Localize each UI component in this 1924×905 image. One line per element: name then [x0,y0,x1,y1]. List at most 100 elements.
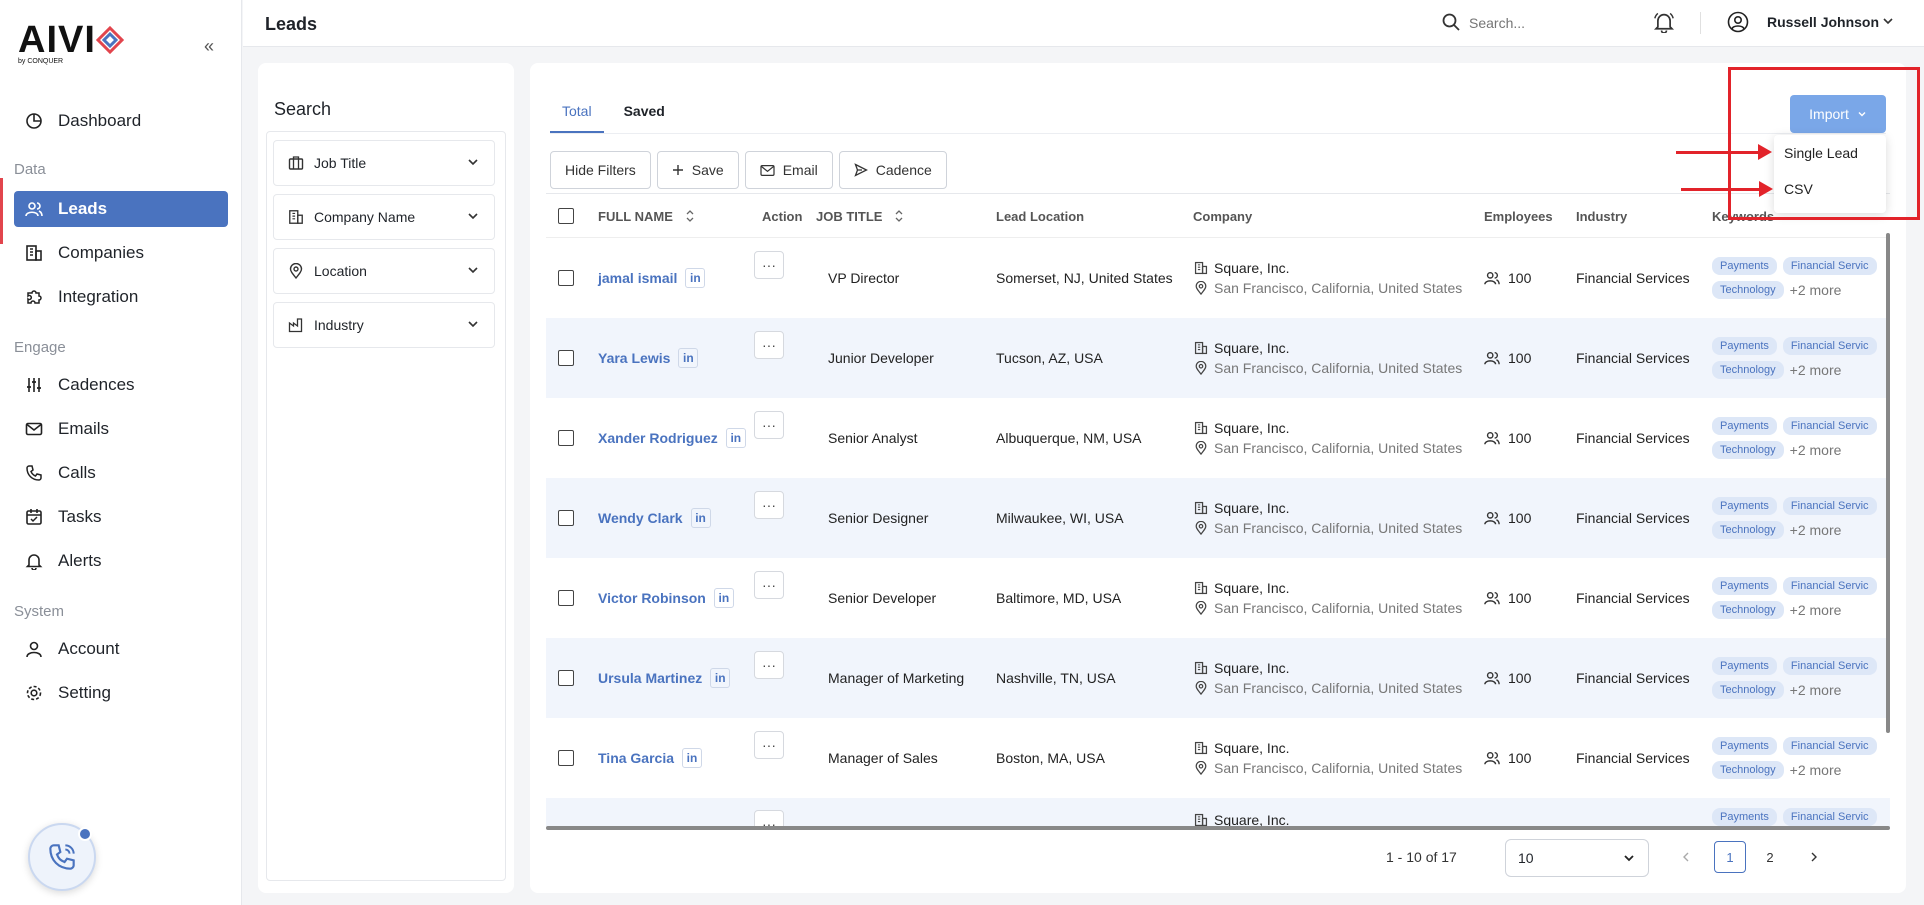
more-keywords-link[interactable]: +2 more [1790,522,1842,538]
table-row[interactable]: Victor Robinson in ··· Senior Developer Balt… [546,558,1890,638]
sort-icon[interactable] [894,209,904,223]
cadence-button[interactable]: Cadence [838,151,947,189]
more-actions-button[interactable]: ··· [754,331,784,359]
save-button[interactable]: Save [656,151,739,189]
cadence-label: Cadence [875,162,932,178]
row-checkbox[interactable] [558,558,574,638]
chevron-down-icon[interactable] [1881,14,1895,28]
notifications-bell-icon[interactable] [1653,11,1675,33]
search-icon[interactable] [1441,12,1461,32]
prev-page-button[interactable] [1670,841,1702,873]
lead-name-cell[interactable]: jamal ismail in [598,238,706,318]
table-row[interactable]: Yara Lewis in ··· Junior Developer Tucson, A… [546,318,1890,398]
sidebar-item-calls[interactable]: Calls [14,455,228,491]
more-keywords-link[interactable]: +2 more [1790,762,1842,778]
more-actions-button[interactable]: ··· [754,251,784,279]
tab-total[interactable]: Total [550,93,604,133]
table-row[interactable]: Ursula Martinez in ··· Manager of Marketing… [546,638,1890,718]
table-row[interactable]: jamal ismail in ··· VP Director Somerset, NJ… [546,238,1890,318]
keyword-tag: Payments [1712,417,1777,435]
horizontal-scrollbar[interactable] [546,826,1890,830]
more-actions-button[interactable]: ··· [754,491,784,519]
row-checkbox[interactable] [558,638,574,718]
sort-icon[interactable] [685,209,695,223]
company-name: Square, Inc. [1214,580,1290,596]
location-pin-icon [1195,681,1207,695]
next-page-button[interactable] [1798,841,1830,873]
table-row[interactable]: ··· Square, Inc. Payments Financial Servic [546,798,1890,829]
sidebar-item-integration[interactable]: Integration [14,279,228,315]
linkedin-icon[interactable]: in [710,668,731,688]
table-row[interactable]: Xander Rodriguez in ··· Senior Analyst Albuq… [546,398,1890,478]
linkedin-icon[interactable]: in [690,508,711,528]
lead-name-cell[interactable]: Yara Lewis in [598,318,699,398]
linkedin-icon[interactable]: in [682,748,703,768]
more-keywords-link[interactable]: +2 more [1790,682,1842,698]
linkedin-icon[interactable]: in [725,428,746,448]
row-checkbox[interactable] [558,238,574,318]
company-name: Square, Inc. [1214,660,1290,676]
filter-job-title[interactable]: Job Title [273,140,495,186]
user-avatar-icon[interactable] [1727,11,1749,33]
lead-name-cell[interactable]: Tina Garcia in [598,718,703,798]
filter-list: Job Title Company Name Location Industry [266,131,506,881]
select-all-checkbox[interactable] [558,194,574,238]
user-name[interactable]: Russell Johnson [1767,14,1879,30]
more-actions-button[interactable]: ··· [754,411,784,439]
lead-name-link[interactable]: Ursula Martinez [598,670,702,686]
lead-location-cell: Boston, MA, USA [996,750,1105,766]
collapse-sidebar-icon[interactable]: « [204,36,214,57]
row-checkbox[interactable] [558,318,574,398]
col-job-title[interactable]: JOB TITLE [816,194,904,238]
lead-name-cell[interactable]: Ursula Martinez in [598,638,731,718]
lead-name-link[interactable]: Xander Rodriguez [598,430,718,446]
col-full-name[interactable]: FULL NAME [598,194,695,238]
hide-filters-button[interactable]: Hide Filters [550,151,651,189]
filter-company-name[interactable]: Company Name [273,194,495,240]
table-row[interactable]: Wendy Clark in ··· Senior Designer Milwaukee… [546,478,1890,558]
lead-name-cell[interactable]: Victor Robinson in [598,558,734,638]
table-row[interactable]: Tina Garcia in ··· Manager of Sales Boston, … [546,718,1890,798]
lead-name-link[interactable]: Wendy Clark [598,510,683,526]
page-size-select[interactable]: 10 [1505,839,1649,877]
search-input[interactable] [1469,12,1619,34]
row-checkbox[interactable] [558,398,574,478]
more-keywords-link[interactable]: +2 more [1790,282,1842,298]
more-actions-button[interactable]: ··· [754,651,784,679]
linkedin-icon[interactable]: in [713,588,734,608]
sidebar-item-alerts[interactable]: Alerts [14,543,228,579]
lead-name-cell[interactable]: Xander Rodriguez in [598,398,746,478]
page-2-button[interactable]: 2 [1754,841,1786,873]
lead-name-link[interactable]: Tina Garcia [598,750,674,766]
more-actions-button[interactable]: ··· [754,571,784,599]
lead-name-link[interactable]: jamal ismail [598,270,677,286]
dialer-button[interactable] [28,823,96,891]
sidebar-item-leads[interactable]: Leads [14,191,228,227]
linkedin-icon[interactable]: in [685,268,706,288]
sidebar-item-companies[interactable]: Companies [14,235,228,271]
lead-name-link[interactable]: Yara Lewis [598,350,670,366]
row-checkbox[interactable] [558,478,574,558]
sidebar-item-tasks[interactable]: Tasks [14,499,228,535]
location-pin-icon [1195,441,1207,455]
row-checkbox[interactable] [558,718,574,798]
sidebar-item-cadences[interactable]: Cadences [14,367,228,403]
filter-industry[interactable]: Industry [273,302,495,348]
lead-name-link[interactable]: Victor Robinson [598,590,706,606]
sidebar-item-account[interactable]: Account [14,631,228,667]
sidebar-item-emails[interactable]: Emails [14,411,228,447]
more-keywords-link[interactable]: +2 more [1790,362,1842,378]
sidebar-item-dashboard[interactable]: Dashboard [14,103,228,139]
sidebar-item-setting[interactable]: Setting [14,675,228,711]
row-checkbox[interactable] [558,798,574,829]
email-button[interactable]: Email [744,151,833,189]
linkedin-icon[interactable]: in [678,348,699,368]
filter-location[interactable]: Location [273,248,495,294]
page-1-button[interactable]: 1 [1714,841,1746,873]
more-actions-button[interactable]: ··· [754,731,784,759]
tab-saved[interactable]: Saved [612,93,677,133]
more-keywords-link[interactable]: +2 more [1790,442,1842,458]
more-keywords-link[interactable]: +2 more [1790,602,1842,618]
lead-name-cell[interactable]: Wendy Clark in [598,478,711,558]
vertical-scrollbar[interactable] [1886,233,1890,733]
